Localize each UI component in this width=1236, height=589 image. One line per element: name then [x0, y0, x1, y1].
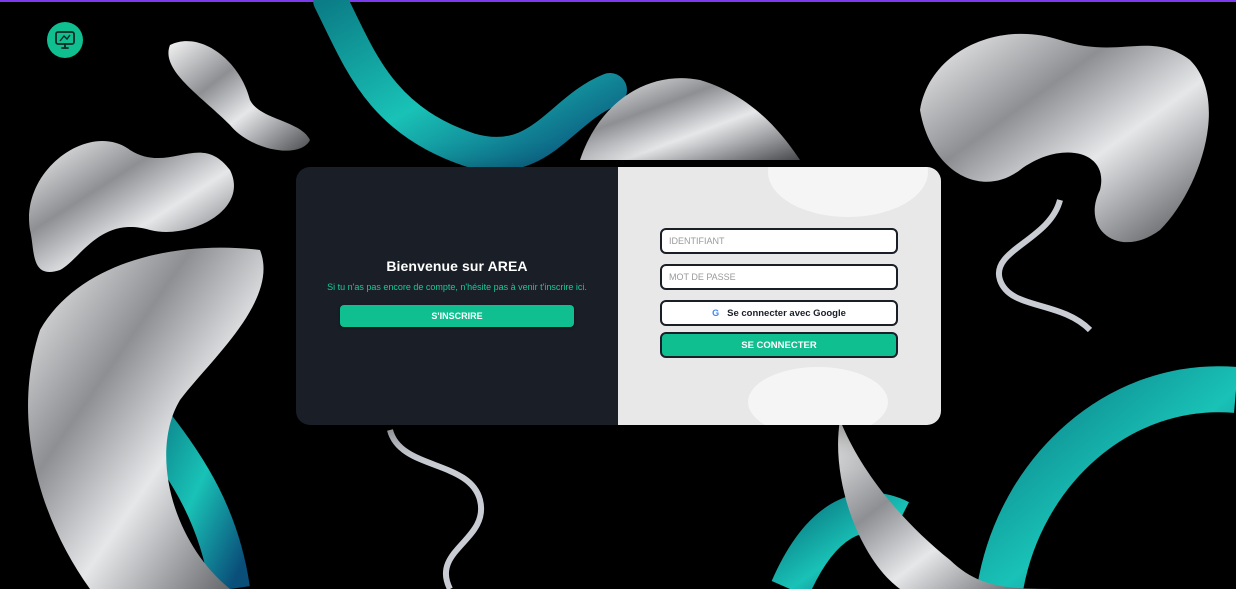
- password-input[interactable]: [660, 264, 898, 290]
- google-login-button[interactable]: G Se connecter avec Google: [660, 300, 898, 326]
- panel-decoration: [748, 367, 888, 425]
- google-icon: G: [712, 308, 720, 318]
- welcome-title: Bienvenue sur AREA: [386, 258, 528, 274]
- login-panel: G Se connecter avec Google SE CONNECTER: [618, 167, 941, 425]
- login-form: G Se connecter avec Google SE CONNECTER: [660, 228, 898, 358]
- google-login-label: Se connecter avec Google: [727, 307, 846, 319]
- panel-decoration: [768, 167, 928, 217]
- signup-panel: Bienvenue sur AREA Si tu n'as pas encore…: [296, 167, 618, 425]
- app-logo[interactable]: [47, 22, 83, 58]
- auth-card: Bienvenue sur AREA Si tu n'as pas encore…: [296, 167, 941, 425]
- signup-button[interactable]: S'INSCRIRE: [340, 305, 574, 327]
- identifier-input[interactable]: [660, 228, 898, 254]
- login-button[interactable]: SE CONNECTER: [660, 332, 898, 358]
- welcome-subtitle: Si tu n'as pas encore de compte, n'hésit…: [327, 282, 587, 292]
- monitor-icon: [55, 31, 75, 49]
